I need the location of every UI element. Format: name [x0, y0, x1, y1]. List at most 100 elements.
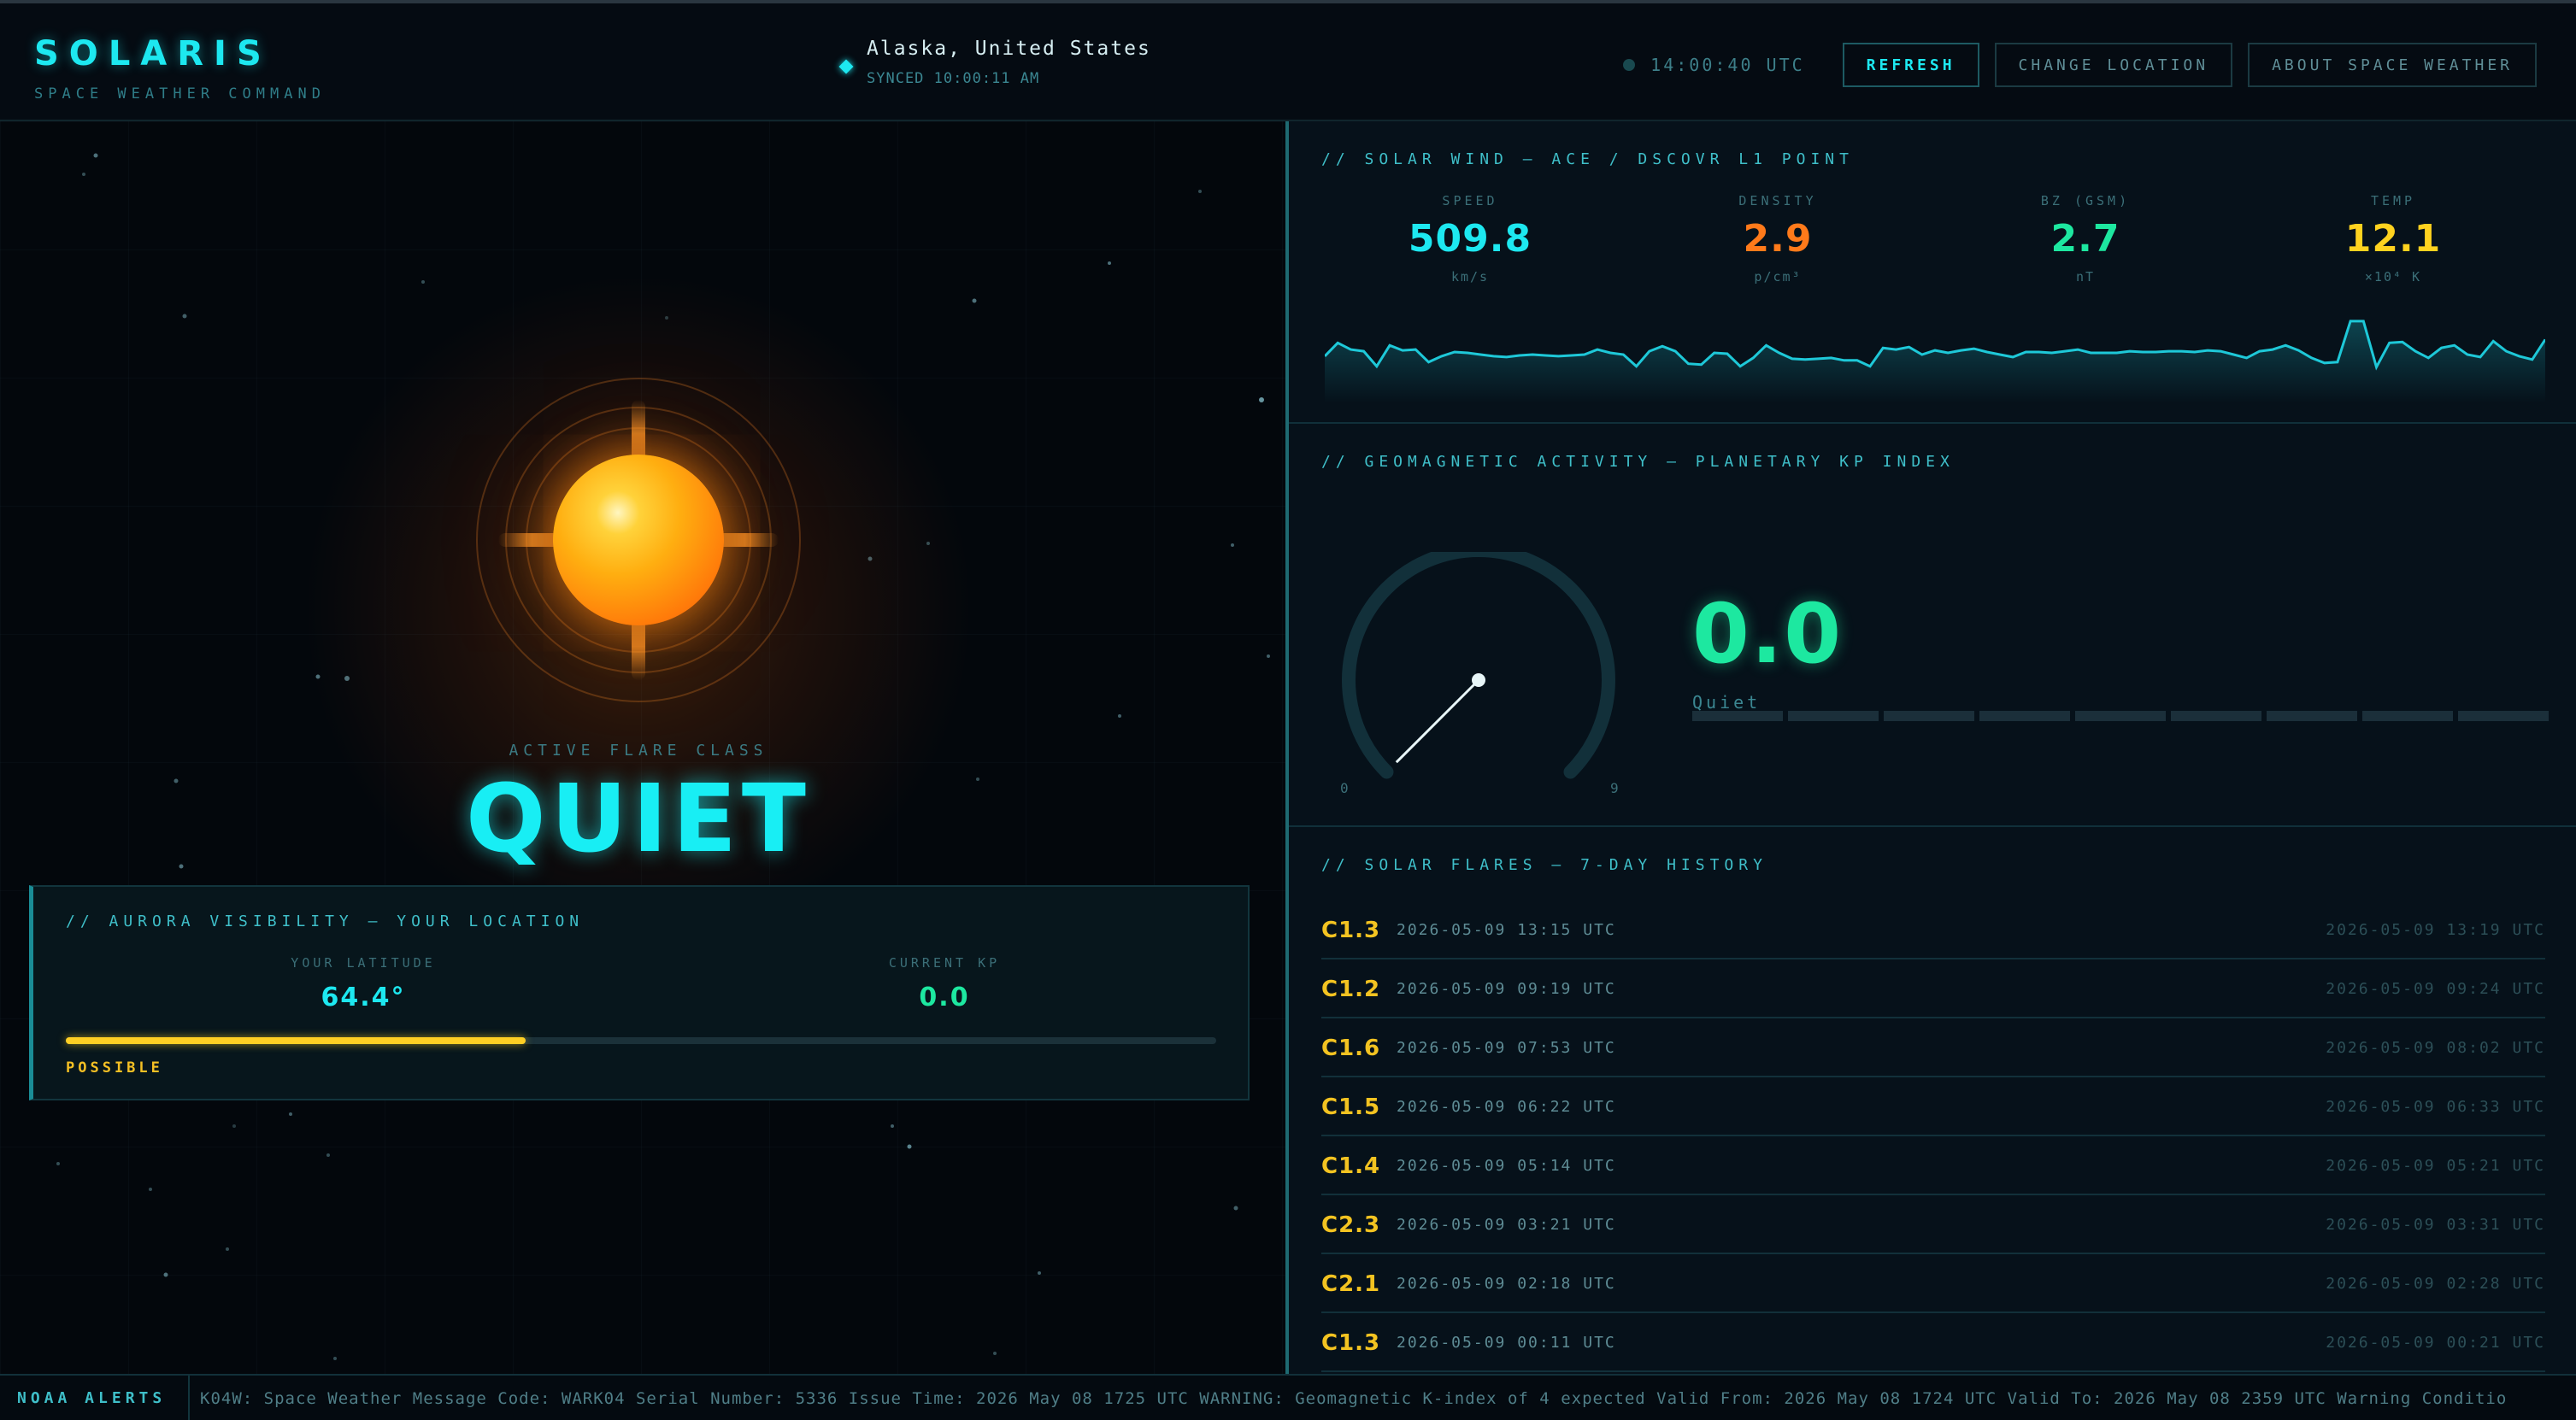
- current-kp-label: CURRENT KP: [888, 955, 1001, 971]
- kp-gauge: 0 9: [1340, 552, 1619, 796]
- aurora-visibility-bar: [66, 1037, 1216, 1044]
- flare-row[interactable]: C2.3 2026-05-09 03:21 UTC 2026-05-09 03:…: [1321, 1195, 2545, 1254]
- flare-row[interactable]: C1.5 2026-05-09 06:22 UTC 2026-05-09 06:…: [1321, 1077, 2545, 1136]
- wind-temp-value: 12.1: [2344, 217, 2442, 261]
- flare-end-time: 2026-05-09 03:31 UTC: [2326, 1216, 2545, 1234]
- utc-clock: 14:00:40 UTC: [1650, 55, 1805, 75]
- flare-class: C1.3: [1321, 918, 1381, 943]
- wind-density-stat: DENSITY 2.9 p/cm³: [1667, 193, 1889, 285]
- aurora-title: // AURORA VISIBILITY — YOUR LOCATION: [66, 912, 585, 930]
- noaa-alerts-label: NOAA ALERTS: [0, 1376, 190, 1420]
- wind-speed-label: SPEED: [1442, 193, 1498, 208]
- top-bar: SOLARIS SPACE WEATHER COMMAND Alaska, Un…: [0, 0, 2576, 121]
- aurora-status: POSSIBLE: [66, 1059, 163, 1077]
- flare-class: C1.3: [1321, 1330, 1381, 1356]
- flare-start-time: 2026-05-09 00:11 UTC: [1397, 1334, 1616, 1352]
- kp-level-segment: [2267, 711, 2357, 721]
- aurora-visibility-fill: [66, 1037, 526, 1044]
- flare-start-time: 2026-05-09 09:19 UTC: [1397, 980, 1616, 998]
- kp-gauge-arc: [1342, 552, 1615, 779]
- flare-class-label: ACTIVE FLARE CLASS: [509, 742, 768, 760]
- sun-visual-panel: ACTIVE FLARE CLASS QUIET // AURORA VISIB…: [0, 121, 1285, 1374]
- kp-level-segment: [1788, 711, 1879, 721]
- current-kp-value: 0.0: [919, 983, 970, 1012]
- kp-index-title: // GEOMAGNETIC ACTIVITY — PLANETARY KP I…: [1321, 453, 1955, 471]
- flare-end-time: 2026-05-09 13:19 UTC: [2326, 921, 2545, 939]
- sync-status: SYNCED 10:00:11 AM: [867, 70, 1040, 87]
- flare-row[interactable]: C1.3 2026-05-09 13:15 UTC 2026-05-09 13:…: [1321, 901, 2545, 959]
- solar-wind-sparkline: [1325, 320, 2545, 403]
- wind-speed-value: 509.8: [1408, 217, 1532, 261]
- latitude-label: YOUR LATITUDE: [291, 955, 436, 971]
- flare-class: C1.4: [1321, 1153, 1381, 1179]
- wind-density-unit: p/cm³: [1754, 269, 1802, 285]
- wind-temp-unit: ×10⁴ K: [2364, 269, 2422, 285]
- flare-row[interactable]: C1.3 2026-05-09 00:11 UTC 2026-05-09 00:…: [1321, 1313, 2545, 1372]
- wind-temp-stat: TEMP 12.1 ×10⁴ K: [2282, 193, 2504, 285]
- wind-speed-unit: km/s: [1450, 269, 1490, 285]
- flare-end-time: 2026-05-09 02:28 UTC: [2326, 1275, 2545, 1293]
- sparkline-area: [1325, 320, 2545, 403]
- flare-row[interactable]: C1.6 2026-05-09 07:53 UTC 2026-05-09 08:…: [1321, 1018, 2545, 1077]
- flare-end-time: 2026-05-09 06:33 UTC: [2326, 1098, 2545, 1116]
- data-panel: // SOLAR WIND — ACE / DSCOVR L1 POINT SP…: [1285, 121, 2576, 1374]
- kp-level-segment: [2362, 711, 2453, 721]
- flare-row[interactable]: C1.4 2026-05-09 05:14 UTC 2026-05-09 05:…: [1321, 1136, 2545, 1195]
- flare-start-time: 2026-05-09 13:15 UTC: [1397, 921, 1616, 939]
- kp-value: 0.0: [1692, 586, 1844, 682]
- flare-start-time: 2026-05-09 05:14 UTC: [1397, 1157, 1616, 1175]
- sun-core: [553, 455, 724, 625]
- location-name: Alaska, United States: [867, 38, 1151, 60]
- flare-class: C1.6: [1321, 1036, 1381, 1061]
- flare-start-time: 2026-05-09 03:21 UTC: [1397, 1216, 1616, 1234]
- wind-bz-label: BZ (GSM): [2040, 193, 2131, 208]
- solar-flares-title: // SOLAR FLARES — 7-DAY HISTORY: [1321, 856, 1767, 874]
- flare-start-time: 2026-05-09 07:53 UTC: [1397, 1039, 1616, 1057]
- flare-end-time: 2026-05-09 09:24 UTC: [2326, 980, 2545, 998]
- flare-class: C2.1: [1321, 1271, 1381, 1297]
- location-diamond-icon: [838, 59, 854, 74]
- aurora-visibility-card: // AURORA VISIBILITY — YOUR LOCATION YOU…: [29, 885, 1250, 1100]
- change-location-button[interactable]: CHANGE LOCATION: [1994, 43, 2233, 87]
- kp-gauge-min: 0: [1340, 780, 1349, 796]
- latitude-value: 64.4°: [321, 983, 406, 1012]
- flare-start-time: 2026-05-09 02:18 UTC: [1397, 1275, 1616, 1293]
- flare-row[interactable]: C1.2 2026-05-09 09:19 UTC 2026-05-09 09:…: [1321, 959, 2545, 1018]
- kp-gauge-needle: [1395, 678, 1480, 764]
- wind-density-value: 2.9: [1743, 217, 1813, 261]
- noaa-alert-text: K04W: Space Weather Message Code: WARK04…: [200, 1389, 2508, 1408]
- solar-wind-section: // SOLAR WIND — ACE / DSCOVR L1 POINT SP…: [1289, 121, 2576, 424]
- kp-level-segment: [1884, 711, 1974, 721]
- flare-start-time: 2026-05-09 06:22 UTC: [1397, 1098, 1616, 1116]
- kp-gauge-max: 9: [1610, 780, 1619, 796]
- flare-class: C2.3: [1321, 1212, 1381, 1238]
- wind-bz-value: 2.7: [2050, 217, 2120, 261]
- wind-speed-stat: SPEED 509.8 km/s: [1359, 193, 1581, 285]
- about-space-weather-button[interactable]: ABOUT SPACE WEATHER: [2248, 43, 2537, 87]
- kp-gauge-hub: [1472, 673, 1485, 687]
- kp-index-section: // GEOMAGNETIC ACTIVITY — PLANETARY KP I…: [1289, 424, 2576, 827]
- flare-end-time: 2026-05-09 08:02 UTC: [2326, 1039, 2545, 1057]
- flare-class: C1.2: [1321, 977, 1381, 1002]
- wind-bz-unit: nT: [2075, 269, 2096, 285]
- solar-wind-title: // SOLAR WIND — ACE / DSCOVR L1 POINT: [1321, 150, 1854, 168]
- solar-flares-section: // SOLAR FLARES — 7-DAY HISTORY C1.3 202…: [1289, 827, 2576, 1374]
- brand: SOLARIS SPACE WEATHER COMMAND: [34, 34, 326, 103]
- app-subtitle: SPACE WEATHER COMMAND: [34, 85, 326, 103]
- refresh-button[interactable]: REFRESH: [1842, 43, 1979, 87]
- noaa-alerts-ticker: NOAA ALERTS K04W: Space Weather Message …: [0, 1374, 2576, 1420]
- latitude-stat: YOUR LATITUDE 64.4°: [184, 955, 543, 1012]
- flare-end-time: 2026-05-09 00:21 UTC: [2326, 1334, 2545, 1352]
- flare-row[interactable]: C2.1 2026-05-09 02:18 UTC 2026-05-09 02:…: [1321, 1254, 2545, 1313]
- wind-bz-stat: BZ (GSM) 2.7 nT: [1974, 193, 2197, 285]
- kp-level-segment: [1692, 711, 1783, 721]
- kp-status: Quiet: [1692, 692, 1761, 713]
- wind-density-label: DENSITY: [1738, 193, 1817, 208]
- sun-graphic: [245, 215, 1032, 1001]
- kp-level-segment: [2458, 711, 2549, 721]
- live-status-icon: [1623, 59, 1636, 71]
- flare-class: C1.5: [1321, 1094, 1381, 1120]
- kp-level-segment: [2075, 711, 2166, 721]
- header-controls: 14:00:40 UTC REFRESH CHANGE LOCATION ABO…: [1623, 43, 2537, 87]
- flare-end-time: 2026-05-09 05:21 UTC: [2326, 1157, 2545, 1175]
